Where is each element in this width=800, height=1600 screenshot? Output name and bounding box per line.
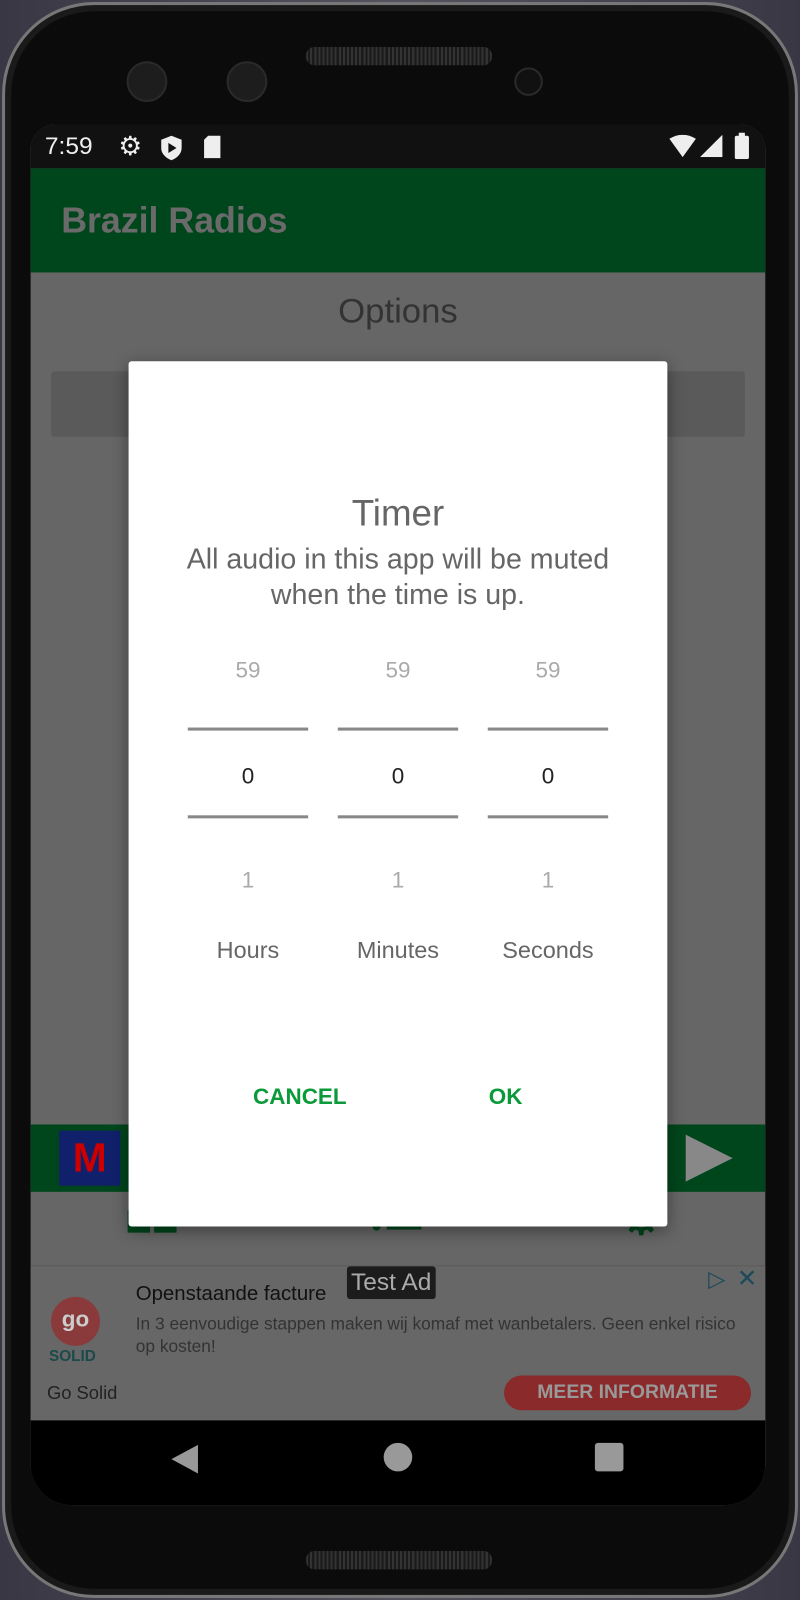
app-title: Brazil Radios xyxy=(61,201,288,241)
dialog-title: Timer xyxy=(351,491,445,534)
ad-body: In 3 eenvoudige stappen maken wij komaf … xyxy=(135,1314,736,1357)
test-ad-badge: Test Ad xyxy=(346,1266,436,1299)
picker-label: Minutes xyxy=(356,936,440,964)
picker-value[interactable]: 0 xyxy=(188,763,308,790)
close-icon[interactable]: ✕ xyxy=(737,1264,758,1294)
play-icon[interactable] xyxy=(680,1131,737,1186)
shield-play-icon xyxy=(161,135,182,161)
ad-logo: go xyxy=(51,1296,100,1346)
screen: 7:59 ⚙ Brazil Radios Options M ⚙ go SOLI… xyxy=(30,124,766,1506)
battery-icon xyxy=(734,132,749,160)
picker-prev[interactable]: 59 xyxy=(188,657,308,684)
picker-value[interactable]: 0 xyxy=(338,763,458,790)
system-nav-bar xyxy=(30,1420,766,1506)
ad-advertiser: Go Solid xyxy=(46,1382,118,1404)
sd-card-icon xyxy=(204,135,221,159)
gear-icon: ⚙ xyxy=(118,130,143,162)
picker-prev[interactable]: 59 xyxy=(488,657,608,684)
picker-label: Hours xyxy=(216,936,280,964)
app-bar: Brazil Radios xyxy=(30,168,766,273)
adchoices-icon[interactable]: ▷ xyxy=(708,1266,725,1293)
picker-label: Seconds xyxy=(502,936,594,964)
clock: 7:59 xyxy=(44,132,93,161)
status-bar: 7:59 ⚙ xyxy=(30,124,766,169)
ad-headline[interactable]: Openstaande facture xyxy=(136,1283,327,1306)
picker-next[interactable]: 1 xyxy=(338,867,458,894)
dialog-message: All audio in this app will be muted when… xyxy=(186,542,610,611)
emulator-stage: 7:59 ⚙ Brazil Radios Options M ⚙ go SOLI… xyxy=(0,0,800,1600)
camera-icon xyxy=(126,61,168,103)
home-icon[interactable] xyxy=(383,1442,413,1472)
picker-next[interactable]: 1 xyxy=(488,867,608,894)
recents-icon[interactable] xyxy=(594,1442,624,1472)
cancel-button[interactable]: CANCEL xyxy=(253,1084,347,1111)
speaker-grill xyxy=(306,1551,492,1570)
timer-dialog: Timer All audio in this app will be mute… xyxy=(128,361,668,1227)
picker-prev[interactable]: 59 xyxy=(338,657,458,684)
ad-banner[interactable]: go SOLID Openstaande facture Test Ad ▷ ✕… xyxy=(30,1264,766,1422)
camera-icon xyxy=(226,61,268,103)
ad-logo-text: SOLID xyxy=(48,1347,96,1366)
picker-value[interactable]: 0 xyxy=(488,763,608,790)
back-icon[interactable] xyxy=(169,1443,200,1476)
speaker-grill xyxy=(306,46,492,66)
wifi-icon xyxy=(669,134,696,158)
ok-button[interactable]: OK xyxy=(489,1084,523,1111)
picker-next[interactable]: 1 xyxy=(188,867,308,894)
page-title: Options xyxy=(338,291,458,331)
signal-icon xyxy=(699,134,723,158)
sensor xyxy=(514,67,543,96)
station-logo[interactable]: M xyxy=(59,1130,121,1186)
ad-cta-button[interactable]: MEER INFORMATIE xyxy=(504,1375,752,1411)
